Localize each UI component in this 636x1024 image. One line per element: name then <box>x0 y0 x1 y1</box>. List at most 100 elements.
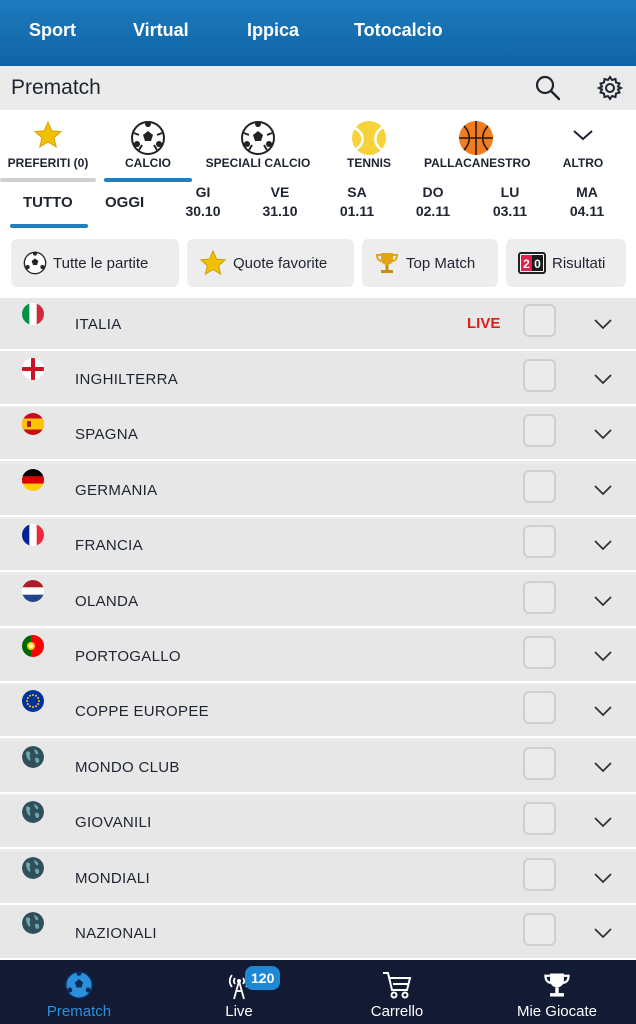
chevron-down-icon <box>572 128 594 147</box>
live-count-badge: 120 <box>245 966 281 990</box>
date-tab[interactable]: LU 03.11 <box>487 182 533 219</box>
list-item-giovanili[interactable]: GIOVANILI <box>0 796 636 849</box>
filter-tutte-le-partite[interactable]: Tutte le partite <box>11 239 179 287</box>
star-icon <box>199 249 227 277</box>
chevron-down-icon[interactable] <box>594 594 612 607</box>
chevron-down-icon[interactable] <box>594 926 612 939</box>
soccer-ball-icon <box>240 120 276 161</box>
select-checkbox[interactable] <box>523 636 556 669</box>
tennis-ball-icon <box>351 120 387 161</box>
chevron-down-icon[interactable] <box>594 704 612 717</box>
chevron-down-icon[interactable] <box>594 815 612 828</box>
svg-text:2: 2 <box>523 257 530 271</box>
sport-tab-pallacanestro[interactable]: PALLACANESTRO <box>420 110 532 182</box>
filter-risultati[interactable]: 20 Risultati <box>506 239 626 287</box>
chevron-down-icon[interactable] <box>594 372 612 385</box>
globe-icon <box>22 746 44 768</box>
chevron-down-icon[interactable] <box>594 427 612 440</box>
chevron-down-icon[interactable] <box>594 538 612 551</box>
date-tabs: TUTTO OGGI GI 30.10 VE 31.10 SA 01.11 DO 02.… <box>0 182 636 228</box>
topnav-sport[interactable]: Sport <box>29 20 76 41</box>
list-item-spagna[interactable]: SPAGNA <box>0 408 636 461</box>
date-tab[interactable]: SA 01.11 <box>334 182 380 219</box>
chevron-down-icon[interactable] <box>594 649 612 662</box>
sport-tab-tennis[interactable]: TENNIS <box>330 110 408 182</box>
bottomnav-mie-giocate[interactable]: Mie Giocate <box>498 960 616 1024</box>
date-tab-oggi[interactable]: OGGI <box>105 194 144 211</box>
sport-tabs: PREFERITI (0) CALCIO SPECIALI CALCIO TEN… <box>0 110 636 182</box>
select-checkbox[interactable] <box>523 858 556 891</box>
date-tab[interactable]: VE 31.10 <box>257 182 303 219</box>
spain-flag-icon <box>22 413 44 435</box>
topnav-virtual[interactable]: Virtual <box>133 20 189 41</box>
list-item-germania[interactable]: GERMANIA <box>0 464 636 517</box>
filter-top-match[interactable]: Top Match <box>362 239 498 287</box>
topnav-totocalcio[interactable]: Totocalcio <box>354 20 443 41</box>
france-flag-icon <box>22 524 44 546</box>
date-tab-tutto[interactable]: TUTTO <box>23 194 73 211</box>
sport-tab-preferiti[interactable]: PREFERITI (0) <box>0 110 96 182</box>
page-header: Prematch <box>0 66 636 110</box>
bottom-navigation: Prematch Live 120 Carrello Mie Giocate <box>0 960 636 1024</box>
list-item-portogallo[interactable]: PORTOGALLO <box>0 630 636 683</box>
top-navigation: Sport Virtual Ippica Totocalcio <box>0 0 636 66</box>
germany-flag-icon <box>22 469 44 491</box>
list-item-inghilterra[interactable]: INGHILTERRA <box>0 353 636 406</box>
netherlands-flag-icon <box>22 580 44 602</box>
svg-text:0: 0 <box>534 257 541 271</box>
select-checkbox[interactable] <box>523 802 556 835</box>
filter-bar: Tutte le partite Quote favorite Top Matc… <box>0 228 636 298</box>
eu-flag-icon <box>22 690 44 712</box>
sport-tab-calcio[interactable]: CALCIO <box>104 110 192 182</box>
scoreboard-icon: 20 <box>518 252 546 274</box>
select-checkbox[interactable] <box>523 525 556 558</box>
list-item-olanda[interactable]: OLANDA <box>0 575 636 628</box>
trophy-icon <box>374 250 400 276</box>
list-item-francia[interactable]: FRANCIA <box>0 519 636 572</box>
sport-tab-speciali-calcio[interactable]: SPECIALI CALCIO <box>200 110 316 182</box>
globe-icon <box>22 912 44 934</box>
bottomnav-live[interactable]: Live <box>180 960 298 1024</box>
soccer-ball-icon <box>64 970 94 1005</box>
chevron-down-icon[interactable] <box>594 317 612 330</box>
globe-icon <box>22 801 44 823</box>
trophy-icon <box>542 970 572 1005</box>
sport-tab-altro[interactable]: ALTRO <box>548 110 618 182</box>
soccer-ball-icon <box>130 120 166 161</box>
chevron-down-icon[interactable] <box>594 871 612 884</box>
list-item-coppe-europee[interactable]: COPPE EUROPEE <box>0 685 636 738</box>
basketball-icon <box>458 120 494 161</box>
list-item-nazionali[interactable]: NAZIONALI <box>0 907 636 960</box>
list-item-mondo-club[interactable]: MONDO CLUB <box>0 741 636 794</box>
select-checkbox[interactable] <box>523 913 556 946</box>
select-checkbox[interactable] <box>523 359 556 392</box>
select-checkbox[interactable] <box>523 414 556 447</box>
date-tab[interactable]: MA 04.11 <box>564 182 610 219</box>
filter-quote-favorite[interactable]: Quote favorite <box>187 239 354 287</box>
portugal-flag-icon <box>22 635 44 657</box>
globe-icon <box>22 857 44 879</box>
live-badge: LIVE <box>467 315 501 332</box>
date-tab[interactable]: GI 30.10 <box>180 182 226 219</box>
england-flag-icon <box>22 358 44 380</box>
select-checkbox[interactable] <box>523 304 556 337</box>
soccer-ball-icon <box>23 251 47 275</box>
list-item-mondiali[interactable]: MONDIALI <box>0 852 636 905</box>
topnav-ippica[interactable]: Ippica <box>247 20 299 41</box>
chevron-down-icon[interactable] <box>594 760 612 773</box>
select-checkbox[interactable] <box>523 691 556 724</box>
gear-icon[interactable] <box>596 74 624 102</box>
chevron-down-icon[interactable] <box>594 483 612 496</box>
select-checkbox[interactable] <box>523 581 556 614</box>
bottomnav-prematch[interactable]: Prematch <box>20 960 138 1024</box>
date-tab[interactable]: DO 02.11 <box>410 182 456 219</box>
page-title: Prematch <box>11 76 101 99</box>
italy-flag-icon <box>22 303 44 325</box>
cart-icon <box>381 970 413 1005</box>
search-icon[interactable] <box>534 74 562 102</box>
list-item-italia[interactable]: ITALIA LIVE <box>0 298 636 351</box>
select-checkbox[interactable] <box>523 747 556 780</box>
select-checkbox[interactable] <box>523 470 556 503</box>
bottomnav-carrello[interactable]: Carrello <box>338 960 456 1024</box>
star-icon <box>33 120 63 155</box>
